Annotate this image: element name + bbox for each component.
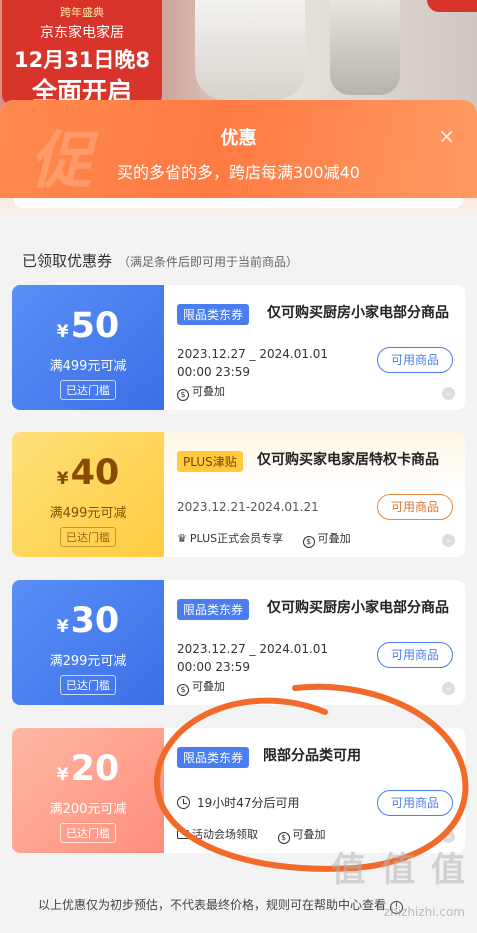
coupon-detail: 仅可购买厨房小家电部分商品 限品类东券 2023.12.27 _ 2024.01… — [164, 580, 465, 705]
coupon-value-panel: ¥20 满200元可减 已达门槛 — [12, 728, 164, 853]
coupon-amount: ¥40 — [12, 454, 164, 498]
sheet-subtitle: 买的多省的多，跨店每满300减40 — [117, 163, 360, 182]
close-icon[interactable]: × — [438, 124, 455, 148]
coupon-tag: 限品类东券 — [177, 747, 250, 768]
available-products-button[interactable]: 可用商品 — [377, 494, 453, 520]
coupon-value-panel: ¥50 满499元可减 已达门槛 — [12, 285, 164, 410]
coupon-date-range: 2023.12.27 _ 2024.01.01 00:00 23:59 — [177, 345, 328, 381]
coupon-detail: 限部分品类可用 限品类东券 19小时47分后可用 可用商品 活动会场领取 $ 可叠… — [164, 728, 465, 853]
countdown-text: 19小时47分后可用 — [197, 796, 300, 810]
section-title-text: 已领取优惠券 — [22, 252, 113, 270]
coupon-card[interactable]: ¥20 满200元可减 已达门槛 限部分品类可用 限品类东券 19小时47分后可… — [12, 728, 465, 853]
promo-date-text: 12月31日晚8 — [13, 48, 151, 72]
coupon-value-panel: ¥40 满499元可减 已达门槛 — [12, 432, 164, 557]
clock-icon — [177, 796, 190, 809]
currency-symbol: ¥ — [56, 617, 69, 637]
coupon-condition: 满499元可减 — [49, 359, 127, 374]
promo-sign: 跨年盛典 京东家电家居 12月31日晚8 全面开启 — [2, 0, 162, 106]
coupon-amount-value: 50 — [70, 306, 120, 346]
stackable-icon: $ — [277, 832, 290, 844]
available-products-button[interactable]: 可用商品 — [377, 790, 453, 816]
coupon-date-line: 2023.12.27 _ 2024.01.01 — [177, 642, 329, 656]
currency-symbol: ¥ — [56, 765, 69, 785]
coupon-detail: 仅可购买家电家居特权卡商品 PLUS津贴 2023.12.21-2024.01.… — [164, 432, 465, 557]
coupon-sheet: 促 优惠 买的多省的多，跨店每满300减40 × 已领取优惠券 （满足条件后即可用… — [0, 100, 477, 933]
coupon-amount-value: 40 — [70, 453, 120, 493]
coupon-amount: ¥50 — [12, 307, 164, 351]
coupon-attributes: 活动会场领取 $ 可叠加 — [177, 826, 342, 844]
coupon-tag: 限品类东券 — [177, 304, 250, 325]
coupon-attributes: ♛ PLUS正式会员专享 $ 可叠加 — [177, 530, 367, 548]
blender-image — [195, 0, 305, 100]
section-title: 已领取优惠券 （满足条件后即可用于当前商品） — [22, 250, 298, 271]
site-watermark-url: zhizhizhi.com — [383, 905, 465, 919]
coupon-amount-value: 20 — [70, 749, 120, 789]
threshold-reached-badge: 已达门槛 — [60, 527, 116, 547]
sheet-header: 促 优惠 买的多省的多，跨店每满300减40 × — [0, 100, 477, 198]
threshold-reached-badge: 已达门槛 — [60, 380, 116, 400]
stackable-icon: $ — [302, 536, 315, 548]
coupon-condition: 满499元可减 — [49, 506, 127, 521]
stackable-label: 可叠加 — [292, 828, 326, 841]
available-products-button[interactable]: 可用商品 — [377, 347, 453, 373]
countdown-timer: 19小时47分后可用 — [177, 794, 300, 811]
promo-brand-text: 京东家电家居 — [40, 25, 124, 41]
coupon-attributes: $ 可叠加 — [177, 383, 241, 401]
coupon-card[interactable]: ¥40 满499元可减 已达门槛 仅可购买家电家居特权卡商品 PLUS津贴 20… — [12, 432, 465, 557]
coupon-tag: PLUS津贴 — [177, 451, 243, 472]
coupon-date-range: 2023.12.27 _ 2024.01.01 00:00 23:59 — [177, 640, 328, 676]
header-strip — [14, 198, 463, 208]
coupon-amount: ¥20 — [12, 750, 164, 794]
red-decoration — [427, 0, 477, 12]
coupon-date-line: 2023.12.21-2024.01.21 — [177, 500, 319, 514]
disclaimer: 以上优惠仅为初步预估，不代表最终价格，规则可在帮助中心查看! — [38, 896, 404, 914]
section-note: （满足条件后即可用于当前商品） — [118, 255, 299, 269]
stackable-label: 可叠加 — [192, 385, 225, 398]
promo-small-text: 跨年盛典 — [60, 6, 104, 19]
threshold-reached-badge: 已达门槛 — [60, 675, 116, 695]
coupon-card[interactable]: ¥30 满299元可减 已达门槛 仅可购买厨房小家电部分商品 限品类东券 202… — [12, 580, 465, 705]
coupon-amount-value: 30 — [70, 601, 120, 641]
coupon-condition: 满200元可减 — [49, 802, 127, 817]
coupon-amount: ¥30 — [12, 602, 164, 646]
disclaimer-text: 以上优惠仅为初步预估，不代表最终价格，规则可在帮助中心查看 — [38, 898, 387, 912]
stackable-icon: $ — [177, 684, 189, 696]
stackable-icon: $ — [177, 389, 189, 401]
coupon-detail: 仅可购买厨房小家电部分商品 限品类东券 2023.12.27 _ 2024.01… — [164, 285, 465, 410]
chevron-down-icon[interactable]: ⌄ — [442, 682, 455, 695]
source-label: 活动会场领取 — [192, 828, 258, 841]
appliance-image — [330, 0, 400, 95]
coupon-condition: 满299元可减 — [49, 654, 127, 669]
venue-icon — [177, 830, 189, 839]
coupon-attributes: $ 可叠加 — [177, 678, 241, 696]
stackable-label: 可叠加 — [192, 680, 225, 693]
chevron-down-icon[interactable]: ⌄ — [442, 534, 455, 547]
coupon-date-line: 2023.12.27 _ 2024.01.01 — [177, 347, 329, 361]
currency-symbol: ¥ — [56, 322, 69, 342]
coupon-time-line: 00:00 23:59 — [177, 365, 250, 379]
site-watermark: 值 值 值 — [331, 850, 467, 890]
threshold-reached-badge: 已达门槛 — [60, 823, 116, 843]
currency-symbol: ¥ — [56, 469, 69, 489]
chevron-down-icon[interactable]: ⌄ — [442, 387, 455, 400]
stackable-label: 可叠加 — [317, 532, 351, 545]
crown-icon: ♛ — [177, 532, 187, 545]
coupon-tag: 限品类东券 — [177, 599, 250, 620]
sheet-title: 优惠 — [220, 128, 257, 149]
coupon-time-line: 00:00 23:59 — [177, 660, 250, 674]
coupon-card[interactable]: ¥50 满499元可减 已达门槛 仅可购买厨房小家电部分商品 限品类东券 202… — [12, 285, 465, 410]
coupon-value-panel: ¥30 满299元可减 已达门槛 — [12, 580, 164, 705]
plus-member-label: PLUS正式会员专享 — [189, 532, 284, 545]
available-products-button[interactable]: 可用商品 — [377, 642, 453, 668]
